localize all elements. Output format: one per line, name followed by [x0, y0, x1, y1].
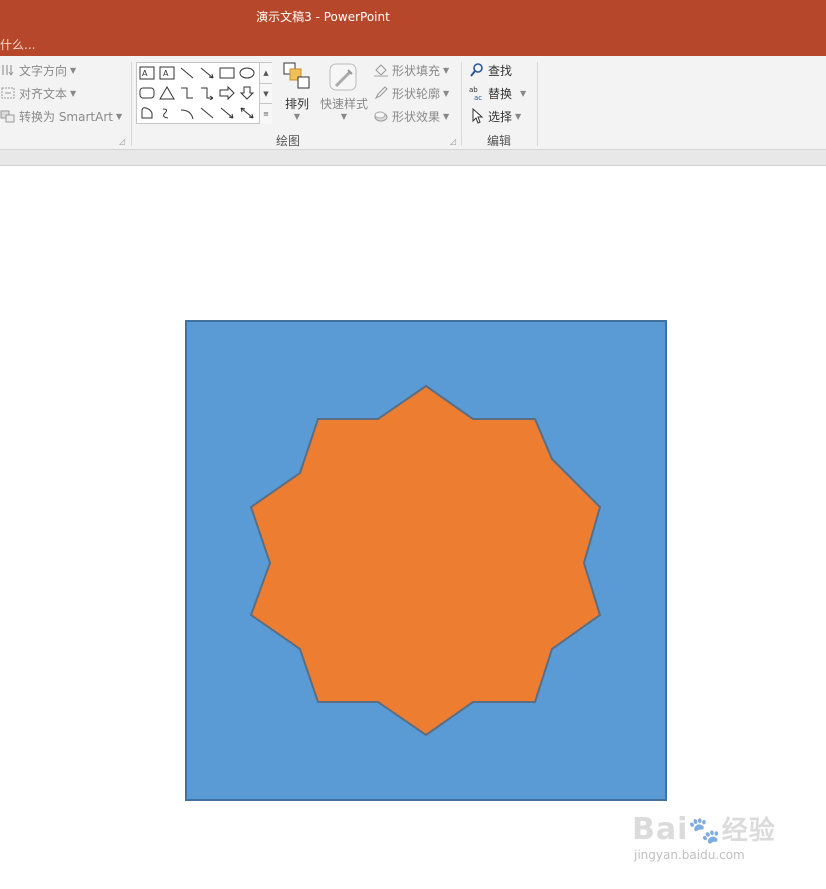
- gallery-scroll-up-icon[interactable]: ▲: [259, 63, 272, 83]
- shape-effects-label: 形状效果: [392, 109, 441, 124]
- convert-smartart-label: 转换为 SmartArt: [19, 109, 113, 124]
- align-text-label: 对齐文本: [19, 86, 68, 101]
- group-separator: [461, 62, 462, 146]
- quick-styles-button[interactable]: 快速样式 ▼: [318, 62, 370, 121]
- replace-label: 替换: [488, 86, 513, 101]
- rectangle-icon[interactable]: [218, 64, 236, 82]
- triangle-icon[interactable]: [158, 84, 176, 102]
- arrange-icon: [283, 62, 311, 95]
- double-arrow-icon[interactable]: [238, 104, 256, 122]
- find-label: 查找: [488, 63, 513, 78]
- arrow-line-icon[interactable]: [198, 64, 216, 82]
- replace-button[interactable]: ab ac 替换 ▼: [469, 83, 526, 103]
- baidu-watermark: Bai🐾经验 jingyan.baidu.com: [632, 798, 792, 870]
- svg-text:ac: ac: [474, 94, 482, 101]
- svg-text:A: A: [163, 69, 169, 78]
- select-button[interactable]: 选择 ▼: [469, 106, 521, 126]
- text-direction-button[interactable]: 文字方向 ▼: [0, 60, 76, 80]
- editing-group-label: 编辑: [487, 134, 512, 148]
- shape-effects-button[interactable]: 形状效果 ▼: [373, 106, 449, 126]
- group-separator: [537, 62, 538, 146]
- align-text-button[interactable]: 对齐文本 ▼: [0, 83, 76, 103]
- paint-bucket-icon: [373, 62, 389, 78]
- align-text-icon: [0, 85, 16, 101]
- drawing-dialog-launcher-icon[interactable]: ◿: [450, 137, 456, 146]
- tell-me-bar: 什么...: [0, 33, 826, 56]
- arc-icon[interactable]: [178, 104, 196, 122]
- right-arrow-icon[interactable]: [218, 84, 236, 102]
- chevron-down-icon: ▼: [115, 111, 123, 121]
- diagonal-arrow-icon[interactable]: [218, 104, 236, 122]
- freeform-icon[interactable]: [138, 104, 156, 122]
- shape-outline-button[interactable]: 形状轮廓 ▼: [373, 83, 449, 103]
- window-title: 演示文稿3 - PowerPoint: [256, 10, 390, 24]
- slide-canvas[interactable]: Bai🐾经验 jingyan.baidu.com: [0, 167, 826, 889]
- vertical-text-box-icon[interactable]: A: [158, 64, 176, 82]
- group-separator: [131, 62, 132, 146]
- text-direction-icon: [0, 62, 16, 78]
- line-icon[interactable]: [178, 64, 196, 82]
- gallery-more-icon[interactable]: ≡: [259, 103, 272, 124]
- watermark-url: jingyan.baidu.com: [634, 848, 745, 862]
- paragraph-dialog-launcher-icon[interactable]: ◿: [119, 137, 125, 146]
- chevron-down-icon: ▼: [443, 65, 450, 75]
- down-arrow-icon[interactable]: [238, 84, 256, 102]
- convert-smartart-button[interactable]: 转换为 SmartArt ▼: [0, 106, 122, 126]
- svg-text:ab: ab: [469, 86, 478, 94]
- search-icon: [469, 62, 485, 78]
- svg-text:A: A: [142, 69, 148, 78]
- ribbon: 文字方向 ▼ 对齐文本 ▼ 转换为 SmartArt ▼ ◿ A A ▲ ▼ ≡…: [0, 56, 826, 150]
- shape-outline-label: 形状轮廓: [392, 86, 441, 101]
- slide-shapes: [185, 320, 667, 801]
- find-button[interactable]: 查找: [469, 60, 512, 80]
- shape-fill-label: 形状填充: [392, 63, 441, 78]
- chevron-down-icon: ▼: [70, 65, 77, 75]
- tell-me-box[interactable]: 什么...: [0, 36, 35, 53]
- replace-icon: ab ac: [469, 85, 485, 101]
- diagonal-line-icon[interactable]: [198, 104, 216, 122]
- chevron-down-icon: ▼: [340, 112, 348, 121]
- quick-styles-icon: [328, 62, 360, 95]
- rounded-rectangle-icon[interactable]: [138, 84, 156, 102]
- pen-icon: [373, 85, 389, 101]
- elbow-arrow-connector-icon[interactable]: [198, 84, 216, 102]
- cursor-arrow-icon: [469, 108, 485, 124]
- watermark-brand: Bai🐾经验: [632, 812, 776, 847]
- chevron-down-icon: ▼: [293, 112, 301, 121]
- text-direction-label: 文字方向: [19, 63, 68, 78]
- shape-fill-button[interactable]: 形状填充 ▼: [373, 60, 449, 80]
- arrange-button[interactable]: 排列 ▼: [282, 62, 312, 121]
- drawing-group-label: 绘图: [276, 134, 301, 148]
- elbow-connector-icon[interactable]: [178, 84, 196, 102]
- ribbon-collapse-strip: [0, 150, 826, 166]
- chevron-down-icon: ▼: [70, 88, 77, 98]
- chevron-down-icon: ▼: [443, 88, 450, 98]
- scribble-icon[interactable]: [158, 104, 176, 122]
- title-bar: 演示文稿3 - PowerPoint: [0, 0, 826, 33]
- chevron-down-icon: ▼: [520, 88, 527, 98]
- gallery-scroll-down-icon[interactable]: ▼: [259, 83, 272, 103]
- oval-icon[interactable]: [238, 64, 256, 82]
- chevron-down-icon: ▼: [443, 111, 450, 121]
- quick-styles-label: 快速样式: [319, 97, 368, 111]
- chevron-down-icon: ▼: [515, 111, 522, 121]
- shapes-gallery[interactable]: A A ▲ ▼ ≡: [136, 62, 272, 124]
- arrange-label: 排列: [284, 97, 309, 111]
- shape-effects-icon: [373, 108, 389, 124]
- text-box-icon[interactable]: A: [138, 64, 156, 82]
- smartart-icon: [0, 108, 16, 124]
- select-label: 选择: [488, 109, 513, 124]
